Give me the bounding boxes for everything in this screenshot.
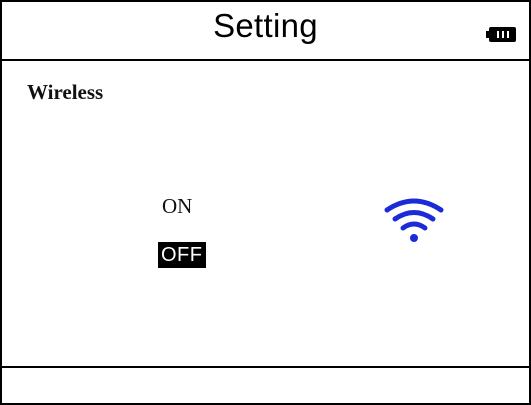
wifi-icon (383, 196, 445, 246)
wireless-panel: Wireless ON OFF (2, 61, 529, 366)
page-title: Setting (213, 7, 318, 44)
battery-icon (486, 27, 516, 42)
footer-bar (2, 368, 529, 403)
section-label: Wireless (27, 80, 104, 104)
header-bar: Setting (2, 2, 529, 61)
device-screen: Setting Wireless ON OFF (0, 0, 531, 405)
option-on[interactable]: ON (158, 192, 196, 220)
option-off[interactable]: OFF (158, 242, 206, 268)
